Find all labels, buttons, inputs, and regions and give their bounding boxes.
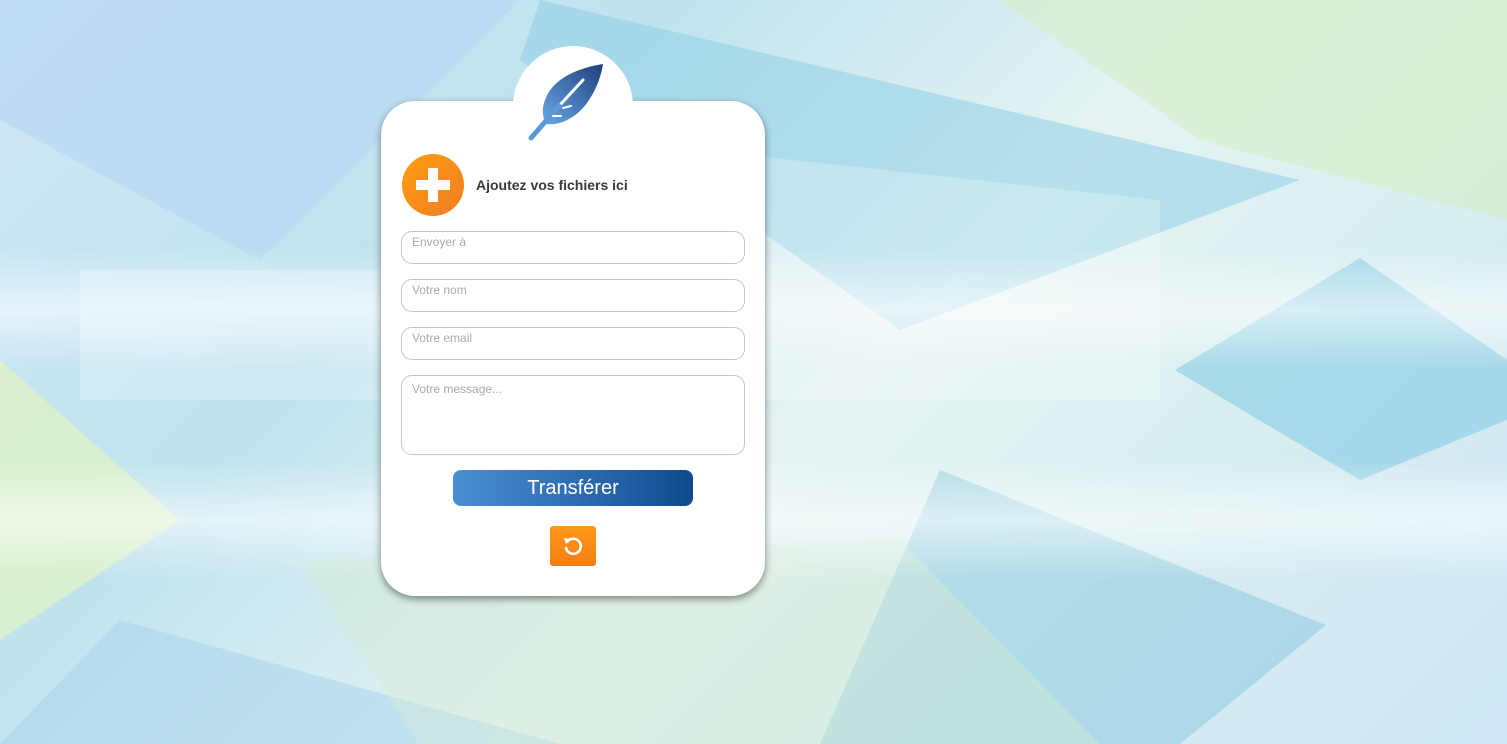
- undo-icon: [564, 537, 583, 555]
- name-field[interactable]: [401, 279, 745, 312]
- message-field[interactable]: [401, 375, 745, 455]
- plus-circle-icon: [402, 154, 464, 216]
- email-field[interactable]: [401, 327, 745, 360]
- reset-button[interactable]: [550, 526, 596, 566]
- transfer-button[interactable]: Transférer: [453, 470, 693, 506]
- add-files-button[interactable]: Ajoutez vos fichiers ici: [402, 154, 628, 216]
- recipient-field[interactable]: [401, 231, 745, 264]
- feather-icon: [528, 64, 603, 141]
- add-files-label: Ajoutez vos fichiers ici: [476, 177, 628, 193]
